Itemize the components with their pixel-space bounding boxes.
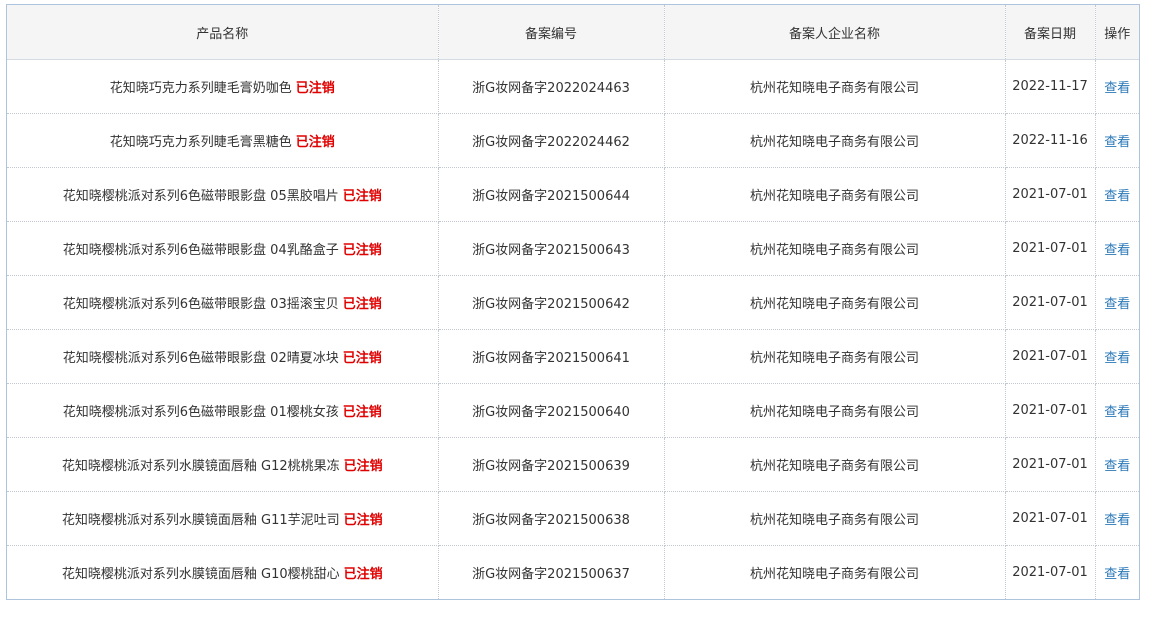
status-badge: 已注销: [295, 81, 335, 96]
product-name-cell: 花知晓巧克力系列睫毛膏黑糖色 已注销: [7, 113, 439, 168]
company-cell: 杭州花知晓电子商务有限公司: [664, 491, 1006, 546]
company-cell: 杭州花知晓电子商务有限公司: [664, 59, 1006, 114]
product-name: 花知晓樱桃派对系列水膜镜面唇釉 G11芋泥吐司: [61, 513, 340, 528]
action-cell: 查看: [1095, 221, 1139, 276]
record-no-cell: 浙G妆网备字2021500639: [438, 437, 665, 492]
date-cell: 2021-07-01: [1005, 167, 1096, 222]
status-badge: 已注销: [295, 135, 335, 150]
table-row: 花知晓樱桃派对系列6色磁带眼影盘 05黑胶唱片 已注销 浙G妆网备字2021500…: [7, 167, 1139, 222]
view-link[interactable]: 查看: [1104, 81, 1130, 96]
table-row: 花知晓樱桃派对系列水膜镜面唇釉 G10樱桃甜心 已注销 浙G妆网备字2021500…: [7, 545, 1139, 600]
header-company: 备案人企业名称: [664, 5, 1006, 60]
table-row: 花知晓樱桃派对系列水膜镜面唇釉 G12桃桃果冻 已注销 浙G妆网备字2021500…: [7, 437, 1139, 492]
table-row: 花知晓樱桃派对系列6色磁带眼影盘 04乳酪盒子 已注销 浙G妆网备字2021500…: [7, 221, 1139, 276]
date-cell: 2021-07-01: [1005, 437, 1096, 492]
company-cell: 杭州花知晓电子商务有限公司: [664, 113, 1006, 168]
date-cell: 2021-07-01: [1005, 275, 1096, 330]
view-link[interactable]: 查看: [1104, 567, 1130, 582]
record-no-cell: 浙G妆网备字2021500641: [438, 329, 665, 384]
record-no-cell: 浙G妆网备字2022024463: [438, 59, 665, 114]
product-name: 花知晓樱桃派对系列6色磁带眼影盘 02晴夏冰块: [62, 351, 339, 366]
records-table: 产品名称 备案编号 备案人企业名称 备案日期 操作 花知晓巧克力系列睫毛膏奶咖色…: [7, 5, 1139, 599]
table-header-row: 产品名称 备案编号 备案人企业名称 备案日期 操作: [7, 5, 1139, 60]
company-cell: 杭州花知晓电子商务有限公司: [664, 167, 1006, 222]
action-cell: 查看: [1095, 383, 1139, 438]
status-badge: 已注销: [342, 243, 382, 258]
product-name-cell: 花知晓樱桃派对系列6色磁带眼影盘 01樱桃女孩 已注销: [7, 383, 439, 438]
status-badge: 已注销: [342, 189, 382, 204]
product-name-cell: 花知晓樱桃派对系列水膜镜面唇釉 G10樱桃甜心 已注销: [7, 545, 439, 599]
product-name: 花知晓樱桃派对系列6色磁带眼影盘 04乳酪盒子: [62, 243, 339, 258]
record-no-cell: 浙G妆网备字2021500643: [438, 221, 665, 276]
product-name: 花知晓巧克力系列睫毛膏黑糖色: [109, 135, 292, 150]
records-table-container: 产品名称 备案编号 备案人企业名称 备案日期 操作 花知晓巧克力系列睫毛膏奶咖色…: [6, 4, 1140, 600]
status-badge: 已注销: [343, 459, 383, 474]
action-cell: 查看: [1095, 437, 1139, 492]
company-cell: 杭州花知晓电子商务有限公司: [664, 383, 1006, 438]
date-cell: 2022-11-17: [1005, 59, 1096, 114]
company-cell: 杭州花知晓电子商务有限公司: [664, 437, 1006, 492]
header-product-name: 产品名称: [7, 5, 439, 60]
header-action: 操作: [1095, 5, 1139, 60]
date-cell: 2021-07-01: [1005, 383, 1096, 438]
company-cell: 杭州花知晓电子商务有限公司: [664, 221, 1006, 276]
product-name-cell: 花知晓樱桃派对系列6色磁带眼影盘 03摇滚宝贝 已注销: [7, 275, 439, 330]
record-no-cell: 浙G妆网备字2021500640: [438, 383, 665, 438]
record-no-cell: 浙G妆网备字2021500638: [438, 491, 665, 546]
action-cell: 查看: [1095, 275, 1139, 330]
product-name-cell: 花知晓樱桃派对系列水膜镜面唇釉 G12桃桃果冻 已注销: [7, 437, 439, 492]
product-name-cell: 花知晓樱桃派对系列水膜镜面唇釉 G11芋泥吐司 已注销: [7, 491, 439, 546]
product-name-cell: 花知晓巧克力系列睫毛膏奶咖色 已注销: [7, 59, 439, 114]
product-name-cell: 花知晓樱桃派对系列6色磁带眼影盘 05黑胶唱片 已注销: [7, 167, 439, 222]
status-badge: 已注销: [342, 405, 382, 420]
record-no-cell: 浙G妆网备字2022024462: [438, 113, 665, 168]
product-name: 花知晓樱桃派对系列6色磁带眼影盘 05黑胶唱片: [62, 189, 339, 204]
table-row: 花知晓樱桃派对系列水膜镜面唇釉 G11芋泥吐司 已注销 浙G妆网备字2021500…: [7, 491, 1139, 546]
action-cell: 查看: [1095, 59, 1139, 114]
status-badge: 已注销: [343, 513, 383, 528]
product-name: 花知晓樱桃派对系列6色磁带眼影盘 03摇滚宝贝: [62, 297, 339, 312]
action-cell: 查看: [1095, 113, 1139, 168]
status-badge: 已注销: [342, 297, 382, 312]
product-name: 花知晓巧克力系列睫毛膏奶咖色: [109, 81, 292, 96]
table-row: 花知晓巧克力系列睫毛膏黑糖色 已注销 浙G妆网备字2022024462 杭州花知晓…: [7, 113, 1139, 168]
view-link[interactable]: 查看: [1104, 243, 1130, 258]
company-cell: 杭州花知晓电子商务有限公司: [664, 329, 1006, 384]
table-row: 花知晓樱桃派对系列6色磁带眼影盘 01樱桃女孩 已注销 浙G妆网备字2021500…: [7, 383, 1139, 438]
company-cell: 杭州花知晓电子商务有限公司: [664, 275, 1006, 330]
date-cell: 2021-07-01: [1005, 545, 1096, 599]
status-badge: 已注销: [343, 567, 383, 582]
company-cell: 杭州花知晓电子商务有限公司: [664, 545, 1006, 599]
record-no-cell: 浙G妆网备字2021500642: [438, 275, 665, 330]
record-no-cell: 浙G妆网备字2021500644: [438, 167, 665, 222]
view-link[interactable]: 查看: [1104, 351, 1130, 366]
table-row: 花知晓樱桃派对系列6色磁带眼影盘 03摇滚宝贝 已注销 浙G妆网备字2021500…: [7, 275, 1139, 330]
action-cell: 查看: [1095, 329, 1139, 384]
action-cell: 查看: [1095, 546, 1139, 600]
view-link[interactable]: 查看: [1104, 135, 1130, 150]
action-cell: 查看: [1095, 167, 1139, 222]
date-cell: 2021-07-01: [1005, 221, 1096, 276]
view-link[interactable]: 查看: [1104, 297, 1130, 312]
view-link[interactable]: 查看: [1104, 189, 1130, 204]
date-cell: 2021-07-01: [1005, 329, 1096, 384]
header-record-no: 备案编号: [438, 5, 665, 60]
table-row: 花知晓巧克力系列睫毛膏奶咖色 已注销 浙G妆网备字2022024463 杭州花知晓…: [7, 59, 1139, 114]
table-row: 花知晓樱桃派对系列6色磁带眼影盘 02晴夏冰块 已注销 浙G妆网备字2021500…: [7, 329, 1139, 384]
product-name-cell: 花知晓樱桃派对系列6色磁带眼影盘 04乳酪盒子 已注销: [7, 221, 439, 276]
view-link[interactable]: 查看: [1104, 513, 1130, 528]
product-name-cell: 花知晓樱桃派对系列6色磁带眼影盘 02晴夏冰块 已注销: [7, 329, 439, 384]
action-cell: 查看: [1095, 491, 1139, 546]
product-name: 花知晓樱桃派对系列水膜镜面唇釉 G10樱桃甜心: [61, 567, 340, 582]
product-name: 花知晓樱桃派对系列6色磁带眼影盘 01樱桃女孩: [62, 405, 339, 420]
view-link[interactable]: 查看: [1104, 405, 1130, 420]
record-no-cell: 浙G妆网备字2021500637: [438, 545, 665, 599]
view-link[interactable]: 查看: [1104, 459, 1130, 474]
date-cell: 2021-07-01: [1005, 491, 1096, 546]
header-date: 备案日期: [1005, 5, 1096, 60]
status-badge: 已注销: [342, 351, 382, 366]
date-cell: 2022-11-16: [1005, 113, 1096, 168]
product-name: 花知晓樱桃派对系列水膜镜面唇釉 G12桃桃果冻: [61, 459, 340, 474]
